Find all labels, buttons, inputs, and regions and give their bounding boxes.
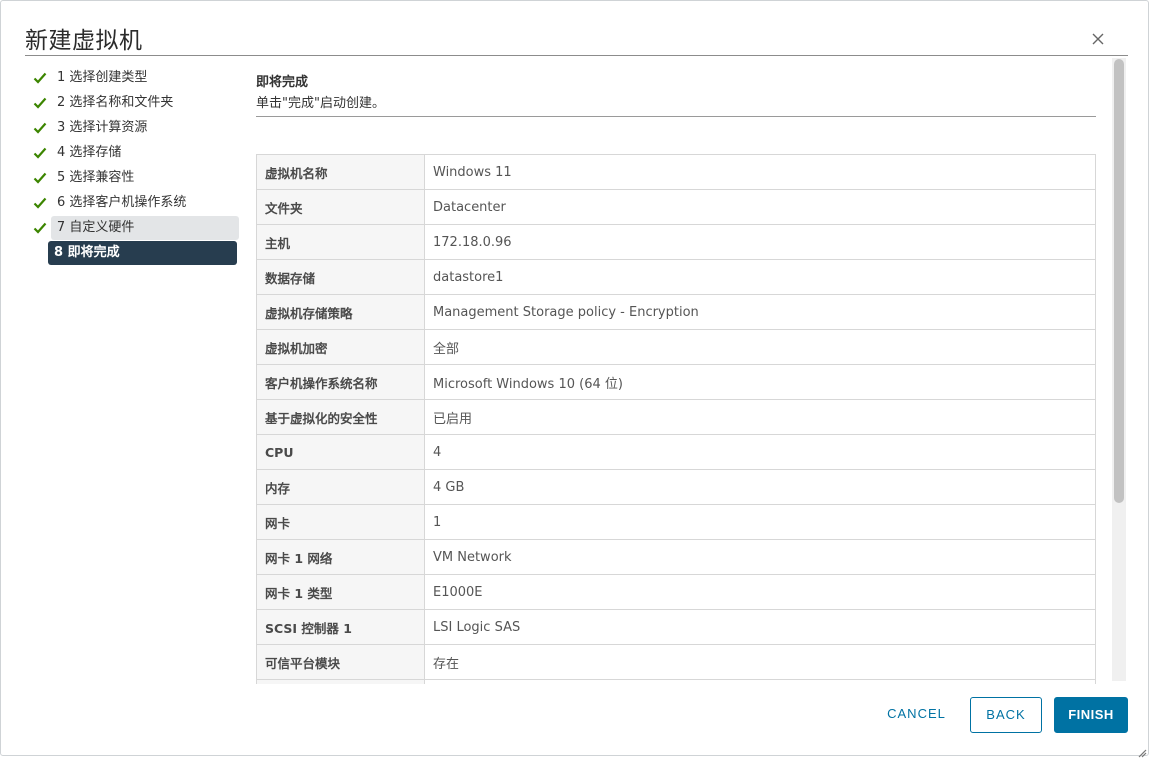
table-row: 内存 4 GB <box>256 469 1096 505</box>
step-label: 4 选择存储 <box>57 144 122 160</box>
summary-table: 虚拟机名称 Windows 11 文件夹 Datacenter 主机 172.18.0… <box>256 154 1096 684</box>
step-label: 6 选择客户机操作系统 <box>57 194 187 210</box>
table-row: 客户机操作系统名称 Microsoft Windows 10 (64 位) <box>256 364 1096 400</box>
back-button[interactable]: BACK <box>970 697 1042 733</box>
ready-to-complete-panel: 即将完成 单击"完成"启动创建。 <box>256 71 1096 111</box>
check-icon <box>32 120 48 136</box>
row-value: 1 <box>424 504 1096 540</box>
row-value: Management Storage policy - Encryption <box>424 294 1096 330</box>
table-row: 虚拟机存储策略 Management Storage policy - Encry… <box>256 294 1096 330</box>
row-value: 全部 <box>424 329 1096 365</box>
row-key: 虚拟机存储策略 <box>256 294 425 330</box>
row-key: 虚拟机加密 <box>256 329 425 365</box>
resize-handle-icon[interactable] <box>1137 743 1147 758</box>
row-key <box>256 679 425 684</box>
row-key: 内存 <box>256 469 425 505</box>
check-icon <box>32 170 48 186</box>
check-icon <box>32 95 48 111</box>
row-value: 4 <box>424 434 1096 470</box>
table-row <box>256 679 1096 684</box>
content-divider <box>256 116 1096 117</box>
row-key: 虚拟机名称 <box>256 154 425 190</box>
table-row: CPU 4 <box>256 434 1096 470</box>
row-key: 主机 <box>256 224 425 260</box>
summary-table-wrapper[interactable]: 虚拟机名称 Windows 11 文件夹 Datacenter 主机 172.18.0… <box>256 154 1096 684</box>
step-label: 7 自定义硬件 <box>50 215 239 240</box>
row-value: 已启用 <box>424 399 1096 435</box>
row-key: 客户机操作系统名称 <box>256 364 425 400</box>
table-row: 基于虚拟化的安全性 已启用 <box>256 399 1096 435</box>
step-label: 5 选择兼容性 <box>57 169 135 185</box>
dialog-title: 新建虚拟机 <box>25 28 143 54</box>
finish-button[interactable]: FINISH <box>1054 697 1128 733</box>
row-value <box>424 679 1096 684</box>
section-heading: 即将完成 <box>256 75 309 90</box>
row-value: VM Network <box>424 539 1096 575</box>
step-7[interactable]: 7 自定义硬件 <box>29 215 239 240</box>
check-icon <box>32 145 48 161</box>
table-row: 数据存储 datastore1 <box>256 259 1096 295</box>
row-value: 172.18.0.96 <box>424 224 1096 260</box>
row-key: 数据存储 <box>256 259 425 295</box>
row-value: E1000E <box>424 574 1096 610</box>
step-label: 8 即将完成 <box>48 240 237 265</box>
step-label: 3 选择计算资源 <box>57 119 148 135</box>
check-icon <box>32 220 48 236</box>
row-key: SCSI 控制器 1 <box>256 609 425 645</box>
row-value: Datacenter <box>424 189 1096 225</box>
check-icon <box>32 70 48 86</box>
row-value: LSI Logic SAS <box>424 609 1096 645</box>
table-row: 可信平台模块 存在 <box>256 644 1096 680</box>
check-icon <box>32 195 48 211</box>
table-row: 网卡 1 <box>256 504 1096 540</box>
table-row: SCSI 控制器 1 LSI Logic SAS <box>256 609 1096 645</box>
wizard-steps: 1 选择创建类型 2 选择名称和文件夹 3 选择计算资源 4 选择存储 5 选择… <box>29 65 239 265</box>
row-value: datastore1 <box>424 259 1096 295</box>
table-row: 虚拟机加密 全部 <box>256 329 1096 365</box>
row-key: CPU <box>256 434 425 470</box>
row-key: 网卡 1 网络 <box>256 539 425 575</box>
row-key: 网卡 1 类型 <box>256 574 425 610</box>
step-5[interactable]: 5 选择兼容性 <box>29 165 239 190</box>
close-icon[interactable] <box>1090 31 1106 47</box>
step-3[interactable]: 3 选择计算资源 <box>29 115 239 140</box>
step-label: 1 选择创建类型 <box>57 69 148 85</box>
table-row: 主机 172.18.0.96 <box>256 224 1096 260</box>
cancel-button[interactable]: CANCEL <box>879 697 954 733</box>
table-row: 虚拟机名称 Windows 11 <box>256 154 1096 190</box>
step-8[interactable]: 8 即将完成 <box>48 240 239 265</box>
row-value: 存在 <box>424 644 1096 680</box>
table-row: 文件夹 Datacenter <box>256 189 1096 225</box>
table-row: 网卡 1 类型 E1000E <box>256 574 1096 610</box>
row-key: 文件夹 <box>256 189 425 225</box>
table-row: 网卡 1 网络 VM Network <box>256 539 1096 575</box>
step-4[interactable]: 4 选择存储 <box>29 140 239 165</box>
title-divider <box>25 55 1128 56</box>
row-key: 可信平台模块 <box>256 644 425 680</box>
step-1[interactable]: 1 选择创建类型 <box>29 65 239 90</box>
scrollbar-thumb[interactable] <box>1114 59 1124 503</box>
step-label: 2 选择名称和文件夹 <box>57 94 174 110</box>
row-value: Windows 11 <box>424 154 1096 190</box>
new-vm-dialog: 新建虚拟机 1 选择创建类型 2 选择名称和文件夹 3 选择计算资源 4 选择存… <box>0 0 1149 758</box>
row-key: 基于虚拟化的安全性 <box>256 399 425 435</box>
step-2[interactable]: 2 选择名称和文件夹 <box>29 90 239 115</box>
row-value: 4 GB <box>424 469 1096 505</box>
step-6[interactable]: 6 选择客户机操作系统 <box>29 190 239 215</box>
row-key: 网卡 <box>256 504 425 540</box>
section-subtitle: 单击"完成"启动创建。 <box>256 96 385 111</box>
row-value: Microsoft Windows 10 (64 位) <box>424 364 1096 400</box>
